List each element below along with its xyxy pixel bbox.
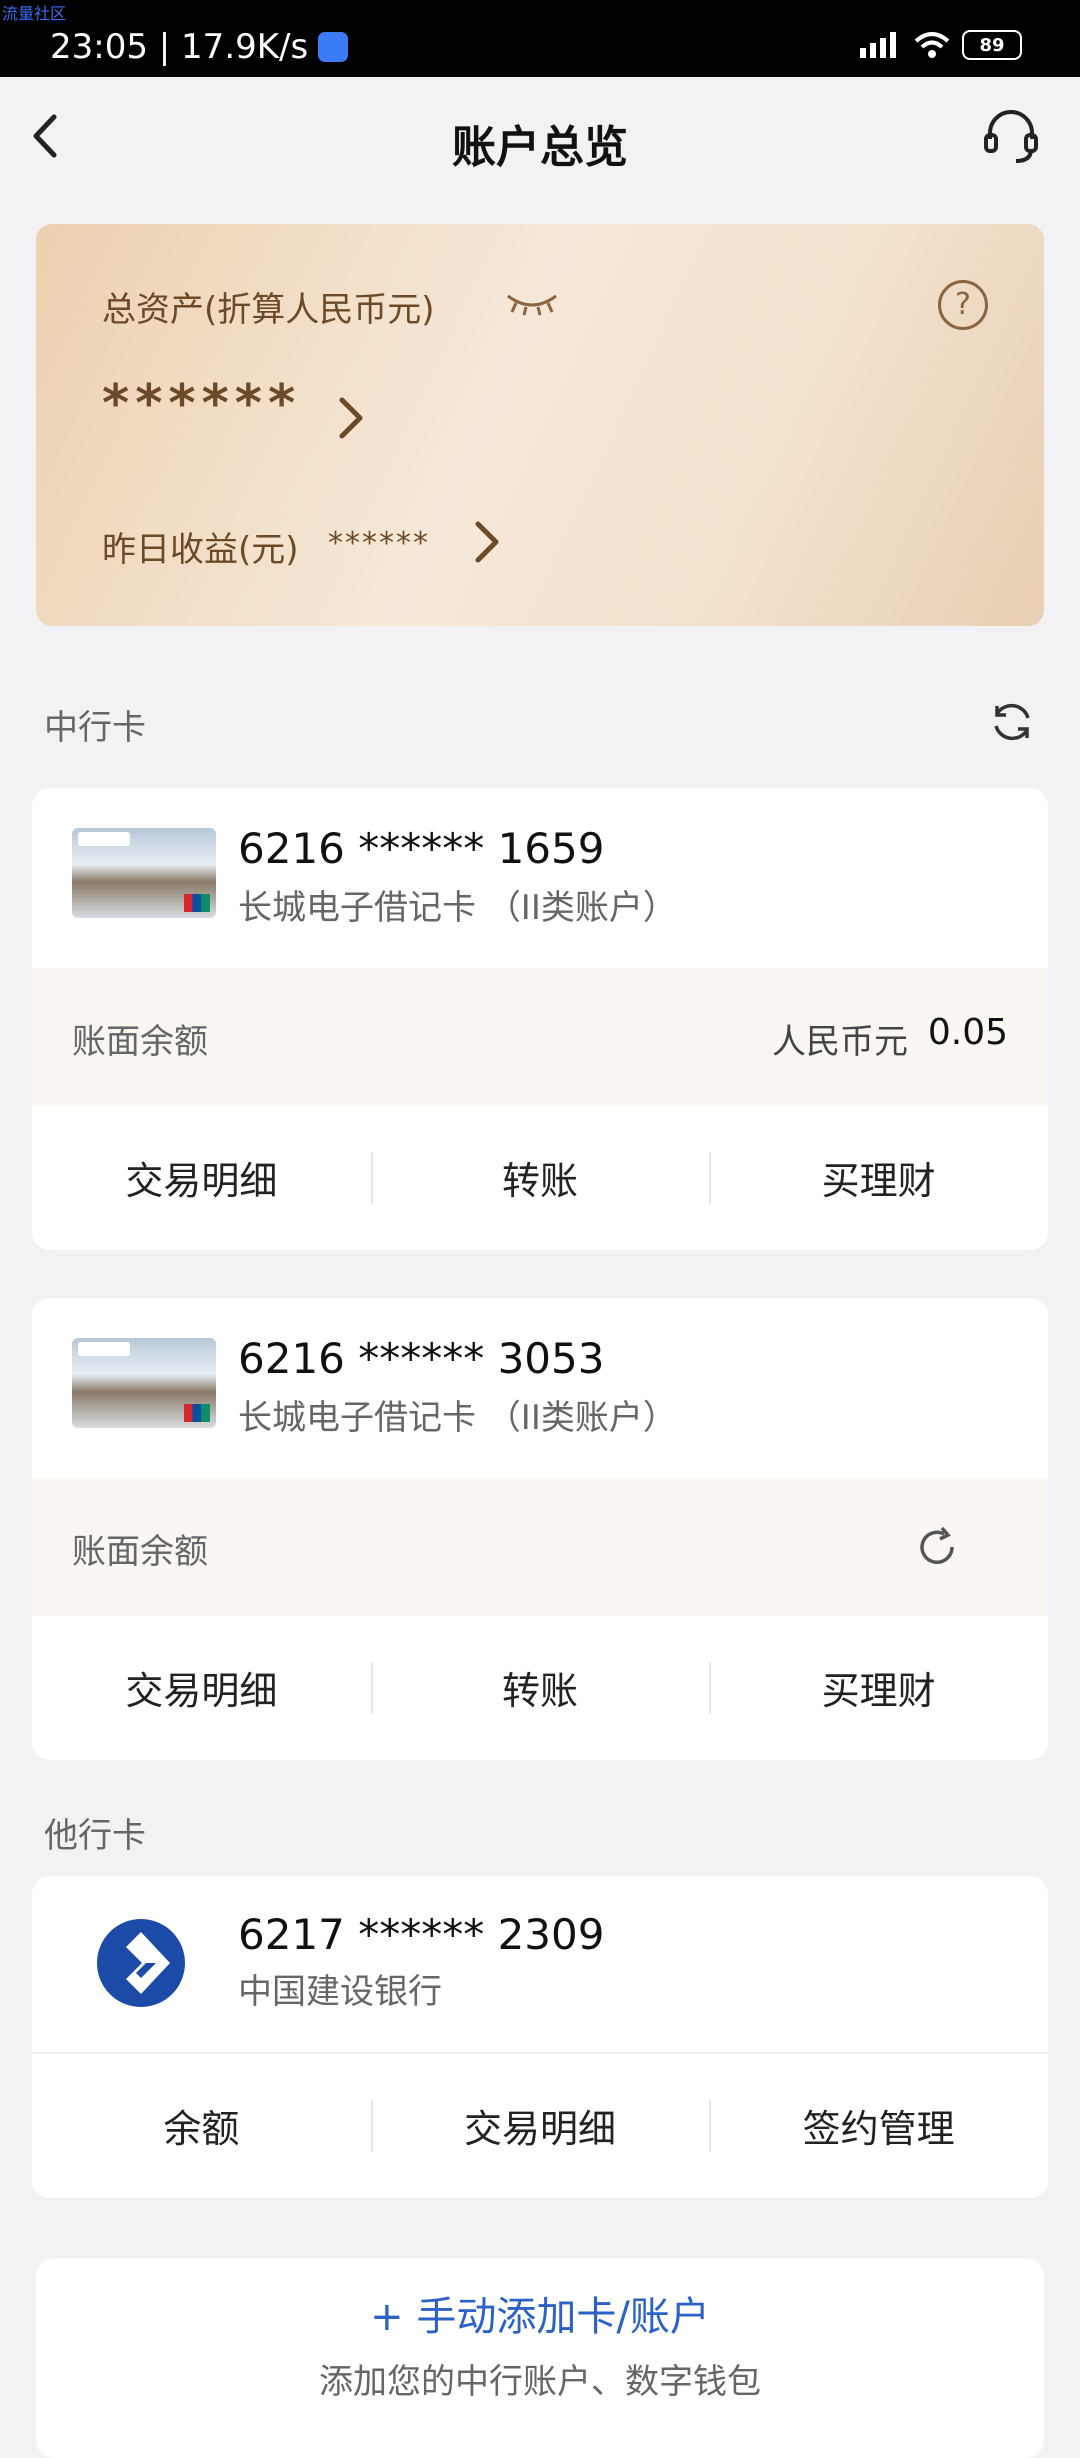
help-icon[interactable]: ? bbox=[938, 280, 988, 330]
yesterday-income-value: ****** bbox=[328, 526, 430, 561]
status-left: 23:05 | 17.9K/s bbox=[50, 27, 349, 67]
card-type: 长城电子借记卡 （II类账户） bbox=[238, 888, 677, 928]
buy-wealth-button[interactable]: 买理财 bbox=[709, 1104, 1048, 1250]
unionpay-icon bbox=[184, 1404, 210, 1422]
chevron-right-icon[interactable] bbox=[472, 518, 502, 566]
transaction-details-button[interactable]: 交易明细 bbox=[32, 1614, 371, 1760]
balance-button[interactable]: 余额 bbox=[32, 2052, 371, 2198]
card-type: 长城电子借记卡 （II类账户） bbox=[238, 1398, 677, 1438]
bank-name: 中国建设银行 bbox=[238, 1972, 442, 2012]
nav-bar: 账户总览 bbox=[0, 77, 1080, 197]
section-label-boc: 中行卡 bbox=[44, 708, 146, 748]
contract-management-button[interactable]: 签约管理 bbox=[709, 2052, 1048, 2198]
boc-card-3053[interactable]: 6216 ****** 3053 长城电子借记卡 （II类账户） 账面余额 交易… bbox=[32, 1298, 1048, 1760]
unionpay-icon bbox=[184, 894, 210, 912]
balance-row: 账面余额 bbox=[32, 1478, 1048, 1616]
customer-service-icon[interactable] bbox=[980, 105, 1042, 167]
transaction-details-button[interactable]: 交易明细 bbox=[370, 2052, 710, 2198]
watermark: 流量社区 bbox=[2, 4, 67, 23]
card-image bbox=[72, 828, 216, 918]
signal-icon bbox=[860, 32, 896, 58]
boc-card-1659[interactable]: 6216 ****** 1659 长城电子借记卡 （II类账户） 账面余额 人民… bbox=[32, 788, 1048, 1250]
section-label-other-banks: 他行卡 bbox=[44, 1816, 146, 1856]
transfer-button[interactable]: 转账 bbox=[370, 1104, 710, 1250]
boc-logo-icon bbox=[78, 832, 130, 846]
page-title: 账户总览 bbox=[452, 122, 628, 173]
total-assets-card[interactable]: 总资产(折算人民币元) ? ****** 昨日收益(元) ****** bbox=[36, 224, 1044, 626]
buy-wealth-button[interactable]: 买理财 bbox=[709, 1614, 1048, 1760]
transfer-button[interactable]: 转账 bbox=[370, 1614, 710, 1760]
card-actions: 余额 交易明细 签约管理 bbox=[32, 2052, 1048, 2198]
card-actions: 交易明细 转账 买理财 bbox=[32, 1104, 1048, 1250]
boc-logo-icon bbox=[78, 1342, 130, 1356]
balance-label: 账面余额 bbox=[72, 1532, 208, 1572]
add-account-button[interactable]: + 手动添加卡/账户 bbox=[36, 2284, 1044, 2342]
refresh-icon[interactable] bbox=[988, 698, 1036, 746]
card-number: 6216 ****** 3053 bbox=[238, 1334, 605, 1383]
ccb-logo-icon bbox=[97, 1919, 185, 2007]
balance-row: 账面余额 人民币元 0.05 bbox=[32, 968, 1048, 1106]
total-assets-label: 总资产(折算人民币元) bbox=[102, 290, 435, 330]
status-right: 89 bbox=[860, 30, 1022, 60]
add-account-card[interactable]: + 手动添加卡/账户 添加您的中行账户、数字钱包 bbox=[36, 2258, 1044, 2458]
add-account-subtitle: 添加您的中行账户、数字钱包 bbox=[319, 2362, 761, 2402]
ccb-card-2309[interactable]: 6217 ****** 2309 中国建设银行 余额 交易明细 签约管理 bbox=[32, 1876, 1048, 2198]
eye-closed-icon[interactable] bbox=[504, 290, 560, 316]
balance-label: 账面余额 bbox=[72, 1022, 208, 1062]
status-time: 23:05 | 17.9K/s bbox=[50, 27, 309, 67]
balance-amount: 0.05 bbox=[927, 1012, 1008, 1053]
card-image bbox=[72, 1338, 216, 1428]
card-number: 6217 ****** 2309 bbox=[238, 1910, 605, 1959]
total-assets-value: ****** bbox=[102, 374, 302, 434]
status-bar: 流量社区 23:05 | 17.9K/s 89 bbox=[0, 0, 1080, 77]
balance-currency: 人民币元 bbox=[772, 1022, 908, 1062]
card-actions: 交易明细 转账 买理财 bbox=[32, 1614, 1048, 1760]
battery-icon: 89 bbox=[962, 30, 1022, 60]
yesterday-income-label: 昨日收益(元) bbox=[102, 530, 299, 570]
card-number: 6216 ****** 1659 bbox=[238, 824, 605, 873]
refresh-balance-icon[interactable] bbox=[914, 1524, 960, 1570]
app-notification-icon bbox=[318, 32, 349, 62]
wifi-icon bbox=[914, 32, 950, 58]
transaction-details-button[interactable]: 交易明细 bbox=[32, 1104, 371, 1250]
chevron-right-icon[interactable] bbox=[336, 394, 366, 442]
